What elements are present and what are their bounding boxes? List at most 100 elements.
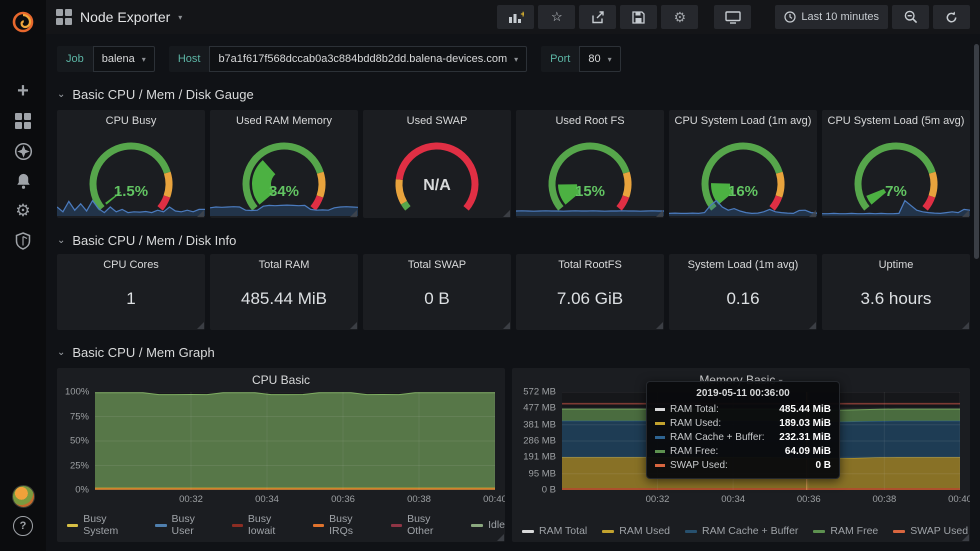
tooltip-row: SWAP Used: 0 B <box>655 460 831 471</box>
panel-title[interactable]: Total SWAP <box>363 259 511 271</box>
tooltip-series-label: RAM Used: <box>670 418 721 429</box>
grafana-logo-icon[interactable] <box>0 2 46 42</box>
panel-title[interactable]: Uptime <box>822 259 970 271</box>
dashboard-title-dropdown[interactable]: Node Exporter ▾ <box>80 9 182 25</box>
navbar: Node Exporter ▾ + ☆ ⚙ <box>46 0 980 34</box>
chevron-down-icon: ▾ <box>608 55 612 64</box>
x-axis-label: 00:40 <box>483 494 505 505</box>
dashboards-icon[interactable] <box>0 106 46 136</box>
panel-title[interactable]: CPU System Load (1m avg) <box>669 115 817 127</box>
panel-uptime: Uptime 3.6 hours <box>822 254 970 330</box>
zoom-out-button[interactable] <box>892 5 929 29</box>
panel-used-ram: Used RAM Memory 34% <box>210 110 358 218</box>
chevron-down-icon: ▾ <box>142 55 146 64</box>
port-value: 80 <box>588 53 600 65</box>
legend-item[interactable]: Busy IRQs <box>313 513 376 537</box>
time-range-picker[interactable]: Last 10 minutes <box>775 5 888 29</box>
share-button[interactable] <box>579 5 616 29</box>
dashboard-content: Job balena▾ Host b7a1f617f568dccab0a3c88… <box>46 34 980 551</box>
stat-row: CPU Cores 1 Total RAM 485.44 MiB Total S… <box>57 254 970 330</box>
legend-item[interactable]: Idle <box>471 519 505 531</box>
tooltip-series-dash <box>655 436 665 439</box>
legend-color-dash <box>67 524 78 527</box>
help-icon[interactable]: ? <box>0 511 46 541</box>
legend-item[interactable]: Busy Other <box>391 513 456 537</box>
legend-color-dash <box>602 530 614 533</box>
tooltip-series-dash <box>655 422 665 425</box>
y-axis-label: 0% <box>65 485 89 496</box>
cpu-basic-chart[interactable]: 0%25%50%75%100%00:3200:3400:3600:3800:40 <box>65 392 497 516</box>
stat-value: 0.16 <box>669 289 817 309</box>
legend-label: RAM Cache + Buffer <box>702 525 798 537</box>
configuration-gear-icon[interactable]: ⚙ <box>0 196 46 226</box>
legend-item[interactable]: Busy System <box>67 513 140 537</box>
x-axis-label: 00:40 <box>948 494 970 505</box>
host-label: Host <box>169 46 210 72</box>
legend-item[interactable]: RAM Free <box>813 525 878 537</box>
panel-title[interactable]: Used RAM Memory <box>210 115 358 127</box>
add-panel-button[interactable]: + <box>497 5 534 29</box>
main-area: Node Exporter ▾ + ☆ ⚙ <box>46 0 980 551</box>
panel-title[interactable]: Total RootFS <box>516 259 664 271</box>
dashboard-settings-button[interactable]: ⚙ <box>661 5 698 29</box>
x-axis-label: 00:32 <box>179 494 203 505</box>
section-graph[interactable]: ⌄ Basic CPU / Mem Graph <box>57 344 970 360</box>
dashboard-picker-icon[interactable] <box>56 9 72 25</box>
host-variable[interactable]: Host b7a1f617f568dccab0a3c884bdd8b2dd.ba… <box>169 46 527 72</box>
legend-label: Busy User <box>172 513 217 537</box>
server-admin-shield-icon[interactable] <box>0 226 46 256</box>
create-icon[interactable]: + <box>0 76 46 106</box>
legend-item[interactable]: RAM Cache + Buffer <box>685 525 798 537</box>
section-gauge[interactable]: ⌄ Basic CPU / Mem / Disk Gauge <box>57 86 970 102</box>
star-icon: ☆ <box>551 9 563 25</box>
chart-tooltip: 2019-05-11 00:36:00 RAM Total:485.44 MiB… <box>646 381 840 479</box>
port-variable[interactable]: Port 80▾ <box>541 46 620 72</box>
host-value: b7a1f617f568dccab0a3c884bdd8b2dd.balena-… <box>218 53 507 65</box>
panel-title[interactable]: System Load (1m avg) <box>669 259 817 271</box>
panel-title[interactable]: CPU Busy <box>57 115 205 127</box>
tooltip-row: RAM Free:64.09 MiB <box>655 446 831 457</box>
refresh-icon <box>945 11 958 24</box>
panel-title[interactable]: CPU Cores <box>57 259 205 271</box>
job-variable[interactable]: Job balena▾ <box>57 46 155 72</box>
panel-load-5m: CPU System Load (5m avg) 7% <box>822 110 970 218</box>
stat-value: 485.44 MiB <box>210 289 358 309</box>
x-axis-label: 00:34 <box>255 494 279 505</box>
legend-item[interactable]: Busy Iowait <box>232 513 298 537</box>
job-label: Job <box>57 46 93 72</box>
section-info[interactable]: ⌄ Basic CPU / Mem / Disk Info <box>57 232 970 248</box>
stat-value: 3.6 hours <box>822 289 970 309</box>
save-button[interactable] <box>620 5 657 29</box>
profile-avatar[interactable] <box>0 481 46 511</box>
panel-title[interactable]: CPU System Load (5m avg) <box>822 115 970 127</box>
cycle-view-button[interactable] <box>714 5 751 29</box>
explore-icon[interactable] <box>0 136 46 166</box>
panel-title[interactable]: Used SWAP <box>363 115 511 127</box>
panel-memory-basic-graph: Memory Basic ▾ 0 B95 MB191 MB286 MB381 M… <box>512 368 970 542</box>
legend-item[interactable]: RAM Total <box>522 525 587 537</box>
panel-title[interactable]: Total RAM <box>210 259 358 271</box>
tooltip-series-value: 0 B <box>815 460 831 471</box>
panel-total-rootfs: Total RootFS 7.06 GiB <box>516 254 664 330</box>
tooltip-series-label: SWAP Used: <box>670 460 728 471</box>
panel-title[interactable]: Used Root FS <box>516 115 664 127</box>
tooltip-series-value: 64.09 MiB <box>785 446 831 457</box>
legend-item[interactable]: SWAP Used <box>893 525 968 537</box>
tooltip-row: RAM Total:485.44 MiB <box>655 404 831 415</box>
scrollbar[interactable] <box>974 44 979 259</box>
legend-color-dash <box>232 524 243 527</box>
alerting-bell-icon[interactable] <box>0 166 46 196</box>
panel-title[interactable]: CPU Basic <box>57 373 505 387</box>
star-button[interactable]: ☆ <box>538 5 575 29</box>
legend-item[interactable]: RAM Used <box>602 525 670 537</box>
chevron-down-icon: ▾ <box>178 13 182 22</box>
panel-cpu-busy: CPU Busy 1.5% <box>57 110 205 218</box>
tooltip-series-dash <box>655 450 665 453</box>
legend-item[interactable]: Busy User <box>155 513 216 537</box>
tooltip-series-value: 485.44 MiB <box>779 404 831 415</box>
y-axis-label: 191 MB <box>520 452 556 463</box>
panel-cpu-cores: CPU Cores 1 <box>57 254 205 330</box>
x-axis-label: 00:38 <box>407 494 431 505</box>
refresh-button[interactable] <box>933 5 970 29</box>
chevron-down-icon: ⌄ <box>57 235 65 246</box>
